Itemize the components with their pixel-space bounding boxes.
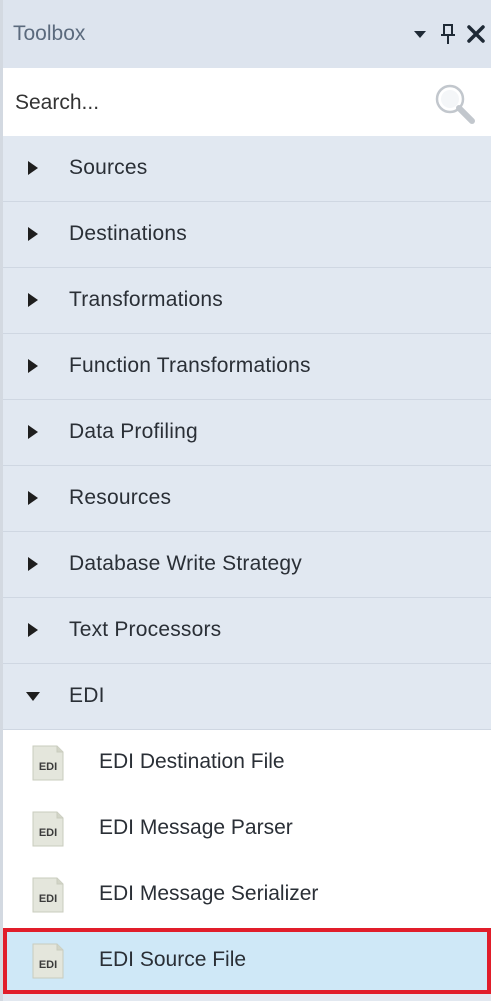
collapsed-arrow-icon[interactable] <box>25 490 41 506</box>
toolbox-tree: Sources Destinations Transformations Fun… <box>3 136 491 994</box>
toolbox-item-edi-message-serializer[interactable]: EDI EDI Message Serializer <box>3 862 491 928</box>
edi-document-icon: EDI <box>31 943 65 979</box>
toolbox-item-edi-message-parser[interactable]: EDI EDI Message Parser <box>3 796 491 862</box>
svg-text:EDI: EDI <box>39 893 57 905</box>
search-input[interactable] <box>13 84 417 122</box>
expanded-arrow-icon[interactable] <box>25 688 41 704</box>
svg-text:EDI: EDI <box>39 827 57 839</box>
edi-document-icon: EDI <box>31 811 65 847</box>
close-icon[interactable] <box>467 20 485 48</box>
item-label: EDI Destination File <box>99 750 285 773</box>
category-label: Resources <box>69 486 172 509</box>
category-function-transformations[interactable]: Function Transformations <box>3 334 491 400</box>
toolbox-title-bar: Toolbox <box>3 0 491 69</box>
category-database-write-strategy[interactable]: Database Write Strategy <box>3 532 491 598</box>
category-label: Destinations <box>69 222 187 245</box>
pin-icon[interactable] <box>439 20 457 48</box>
toolbox-item-edi-destination-file[interactable]: EDI EDI Destination File <box>3 730 491 796</box>
search-bar <box>3 68 491 137</box>
collapsed-arrow-icon[interactable] <box>25 292 41 308</box>
collapsed-arrow-icon[interactable] <box>25 160 41 176</box>
category-edi[interactable]: EDI <box>3 664 491 730</box>
category-data-profiling[interactable]: Data Profiling <box>3 400 491 466</box>
item-label: EDI Message Serializer <box>99 882 319 905</box>
search-icon[interactable] <box>433 82 475 124</box>
category-resources[interactable]: Resources <box>3 466 491 532</box>
title-bar-controls <box>411 20 485 48</box>
svg-text:EDI: EDI <box>39 761 57 773</box>
svg-text:EDI: EDI <box>39 959 57 971</box>
item-label: EDI Message Parser <box>99 816 293 839</box>
category-label: Database Write Strategy <box>69 552 302 575</box>
toolbox-item-edi-source-file[interactable]: EDI EDI Source File <box>3 928 491 994</box>
collapsed-arrow-icon[interactable] <box>25 226 41 242</box>
category-label: EDI <box>69 684 105 707</box>
dropdown-arrow-icon[interactable] <box>411 20 429 48</box>
category-destinations[interactable]: Destinations <box>3 202 491 268</box>
category-transformations[interactable]: Transformations <box>3 268 491 334</box>
category-label: Text Processors <box>69 618 222 641</box>
category-label: Data Profiling <box>69 420 198 443</box>
collapsed-arrow-icon[interactable] <box>25 424 41 440</box>
category-text-processors[interactable]: Text Processors <box>3 598 491 664</box>
collapsed-arrow-icon[interactable] <box>25 622 41 638</box>
category-sources[interactable]: Sources <box>3 136 491 202</box>
edi-document-icon: EDI <box>31 877 65 913</box>
category-label: Function Transformations <box>69 354 311 377</box>
toolbox-panel: Toolbox Search... Sources Destinations T… <box>0 0 491 1001</box>
collapsed-arrow-icon[interactable] <box>25 556 41 572</box>
collapsed-arrow-icon[interactable] <box>25 358 41 374</box>
category-label: Transformations <box>69 288 223 311</box>
edi-document-icon: EDI <box>31 745 65 781</box>
panel-title: Toolbox <box>13 22 86 45</box>
category-label: Sources <box>69 156 148 179</box>
item-label: EDI Source File <box>99 948 247 971</box>
